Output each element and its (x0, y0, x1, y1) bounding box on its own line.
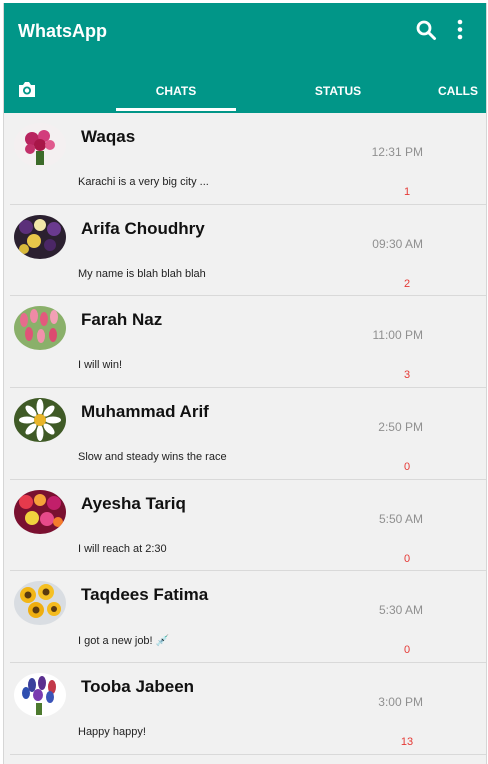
tab-chats[interactable]: CHATS (116, 84, 236, 98)
unread-count: 0 (403, 644, 411, 657)
message-time: 09:30 AM (372, 236, 423, 251)
chat-list: Waqas Karachi is a very big city ... 12:… (4, 113, 486, 755)
unread-count: 0 (403, 461, 411, 474)
chat-row[interactable]: Muhammad Arif Slow and steady wins the r… (4, 388, 486, 480)
last-message: I will win! (78, 359, 123, 372)
avatar (14, 673, 66, 718)
unread-count: 2 (403, 277, 411, 290)
last-message: My name is blah blah blah (78, 267, 206, 280)
contact-name: Tooba Jabeen (81, 677, 195, 697)
whatsapp-app: WhatsApp CHATS STATUS CALLS Waqas Karach… (3, 3, 487, 764)
message-time: 11:00 PM (372, 328, 423, 343)
unread-count: 3 (403, 369, 411, 382)
message-time: 2:50 PM (378, 420, 423, 435)
tab-status[interactable]: STATUS (298, 84, 378, 98)
avatar (14, 489, 66, 534)
unread-count: 13 (400, 736, 414, 749)
contact-name: Taqdees Fatima (81, 585, 209, 605)
message-time: 5:30 AM (378, 603, 423, 618)
unread-count: 0 (403, 552, 411, 565)
search-icon[interactable] (415, 19, 437, 46)
app-header: WhatsApp CHATS STATUS CALLS (4, 3, 486, 113)
contact-name: Muhammad Arif (81, 402, 209, 422)
active-tab-indicator (116, 108, 236, 111)
chat-row[interactable]: Arifa Choudhry My name is blah blah blah… (4, 205, 486, 297)
avatar (14, 581, 66, 626)
chat-row[interactable]: Farah Naz I will win! 11:00 PM 3 (4, 296, 486, 388)
avatar (14, 306, 66, 351)
last-message: I got a new job! 💉 (78, 635, 170, 648)
avatar (14, 214, 66, 259)
message-time: 12:31 PM (371, 145, 423, 159)
avatar (14, 123, 66, 167)
camera-icon[interactable] (17, 81, 37, 103)
chat-row[interactable]: Taqdees Fatima I got a new job! 💉 5:30 A… (4, 571, 486, 663)
contact-name: Farah Naz (81, 310, 163, 330)
last-message: I will reach at 2:30 (78, 542, 167, 555)
chat-row[interactable]: Waqas Karachi is a very big city ... 12:… (4, 113, 486, 205)
message-time: 5:50 AM (378, 511, 423, 526)
tab-calls[interactable]: CALLS (430, 84, 486, 98)
last-message: Happy happy! (78, 726, 146, 739)
contact-name: Waqas (81, 127, 136, 146)
last-message: Karachi is a very big city ... (78, 176, 209, 188)
more-vertical-icon[interactable] (455, 19, 465, 46)
chat-row[interactable]: Ayesha Tariq I will reach at 2:30 5:50 A… (4, 480, 486, 572)
unread-count: 1 (403, 186, 411, 198)
last-message: Slow and steady wins the race (78, 451, 227, 464)
chat-row[interactable]: Tooba Jabeen Happy happy! 3:00 PM 13 (4, 663, 486, 755)
contact-name: Arifa Choudhry (81, 218, 205, 238)
contact-name: Ayesha Tariq (81, 493, 186, 513)
message-time: 3:00 PM (378, 695, 423, 710)
avatar (14, 398, 66, 443)
app-title: WhatsApp (18, 21, 107, 41)
